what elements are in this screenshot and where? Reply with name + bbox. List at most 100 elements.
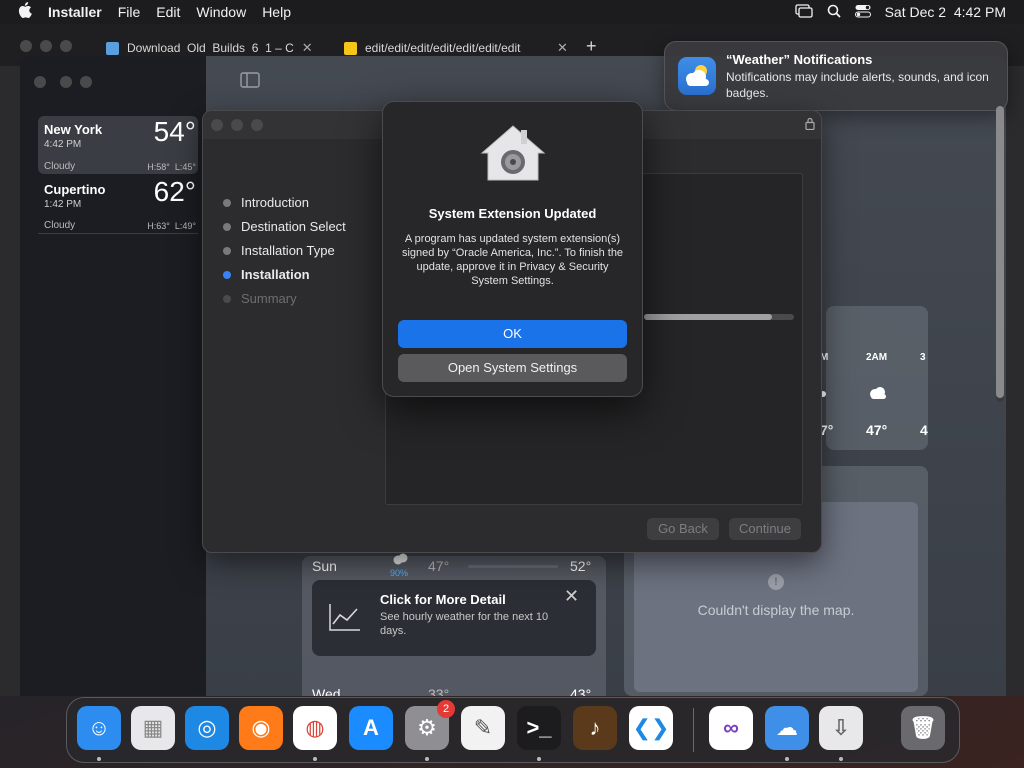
map-error-text: Couldn't display the map. (697, 602, 855, 618)
running-indicator (425, 757, 429, 761)
city-condition: Cloudy (44, 161, 76, 172)
running-indicator (313, 757, 317, 761)
alert-title: System Extension Updated (428, 206, 597, 221)
sidebar-toggle-icon[interactable] (240, 72, 260, 93)
hour-label: 2AM (866, 352, 888, 363)
tab-close-icon[interactable]: ✕ (557, 40, 568, 56)
tip-message: See hourly weather for the next 10 days. (380, 611, 549, 637)
step-dot (223, 222, 231, 231)
hour-temp: 47° (866, 422, 888, 438)
day-low: 47° (428, 558, 450, 574)
day-high: 52° (570, 558, 592, 574)
step-label: Introduction (241, 195, 309, 210)
finder-icon[interactable]: ☺ (77, 706, 121, 750)
rain-cloud-icon (392, 552, 410, 568)
notification-badge: 2 (437, 700, 455, 718)
tab-label: edit/edit/edit/edit/edit/edit/edit (365, 41, 521, 55)
menu-window[interactable]: Window (188, 4, 254, 20)
control-center-icon[interactable] (854, 4, 871, 21)
screen-mirroring-icon[interactable] (794, 3, 813, 21)
system-extension-alert: System Extension Updated A program has u… (382, 101, 643, 397)
running-indicator (785, 757, 789, 761)
spotlight-search-icon[interactable] (827, 4, 841, 21)
step-dot (223, 270, 231, 279)
trash-icon[interactable]: 🗑 (901, 706, 945, 750)
weather-icon[interactable]: ☁ (765, 706, 809, 750)
appstore-icon[interactable]: A (349, 706, 393, 750)
daily-row: Wed 33° 43° (312, 682, 596, 696)
notification-message: Notifications may include alerts, sounds… (726, 70, 989, 100)
garageband-icon[interactable]: ♪ (573, 706, 617, 750)
installer-minimize-button[interactable] (231, 119, 243, 131)
ok-button[interactable]: OK (398, 320, 627, 348)
browser-close-button[interactable] (20, 40, 32, 52)
weather-notification[interactable]: “Weather” Notifications Notifications ma… (664, 41, 1008, 111)
browser-minimize-button[interactable] (40, 40, 52, 52)
cloud-icon (868, 386, 888, 405)
more-detail-tip[interactable]: Click for More Detail See hourly weather… (312, 580, 596, 656)
day-label: Wed (312, 686, 341, 696)
weather-sidebar: New York 4:42 PM 54° Cloudy H:58° L:45° … (20, 56, 206, 696)
chart-line-icon (328, 602, 362, 637)
vscode-icon[interactable]: ❮❯ (629, 706, 673, 750)
installer-close-button[interactable] (211, 119, 223, 131)
open-system-settings-button[interactable]: Open System Settings (398, 354, 627, 382)
menu-help[interactable]: Help (254, 4, 299, 20)
firefox-icon[interactable]: ◉ (239, 706, 283, 750)
launchpad-icon[interactable]: ▦ (131, 706, 175, 750)
running-indicator (97, 757, 101, 761)
hour-label: 3 (920, 352, 926, 363)
step-label: Installation (241, 267, 310, 282)
settings-icon[interactable]: ⚙ 2 (405, 700, 455, 750)
terminal-icon[interactable]: >_ (517, 706, 561, 750)
step-dot (223, 246, 231, 255)
temp-range-bar (468, 565, 558, 568)
safari-icon[interactable]: ◎ (185, 706, 229, 750)
step-label: Installation Type (241, 243, 335, 258)
continue-button[interactable]: Continue (729, 518, 801, 540)
city-item-new-york[interactable]: New York 4:42 PM 54° Cloudy H:58° L:45° (38, 116, 198, 174)
hour-temp: 4 (920, 422, 928, 438)
menu-bar: Installer File Edit Window Help Sat Dec … (0, 0, 1024, 24)
running-indicator (537, 757, 541, 761)
chrome-icon[interactable]: ◍ (293, 706, 337, 750)
notification-title: “Weather” Notifications (726, 52, 873, 67)
city-temp: 62° (153, 176, 196, 207)
install-progress-fill (644, 314, 772, 320)
tab-label: Download Old Builds 6 1 – C (127, 41, 294, 55)
textedit-icon[interactable]: ✎ (461, 706, 505, 750)
menu-edit[interactable]: Edit (148, 4, 188, 20)
precip-chance: 90% (390, 568, 409, 578)
city-hilo: H:63° L:49° (147, 221, 196, 231)
site-favicon-icon (106, 41, 119, 55)
menu-clock[interactable]: Sat Dec 2 4:42 PM (885, 4, 1006, 20)
lock-icon (805, 117, 815, 135)
menu-file[interactable]: File (110, 4, 149, 20)
dock: ☺ ▦ ◎ ◉ ◍ A ⚙ 2 ✎ >_ ♪ ❮❯ ∞ ☁ ⇩ 🗑 (66, 697, 960, 763)
browser-zoom-button[interactable] (60, 40, 72, 52)
installer-icon[interactable]: ⇩ (819, 706, 863, 750)
step-label: Summary (241, 291, 297, 306)
installer-zoom-button[interactable] (251, 119, 263, 131)
city-item-cupertino[interactable]: Cupertino 1:42 PM 62° Cloudy H:63° L:49° (38, 176, 198, 234)
go-back-button[interactable]: Go Back (647, 518, 719, 540)
step-summary: Summary (223, 291, 297, 306)
step-label: Destination Select (241, 219, 346, 234)
close-icon[interactable]: ✕ (564, 586, 579, 607)
apple-menu-icon[interactable] (0, 1, 40, 23)
tab-close-icon[interactable]: ✕ (302, 40, 313, 56)
menu-app-name[interactable]: Installer (40, 4, 110, 20)
scrollbar[interactable] (996, 106, 1004, 402)
daily-row: Sun 90% 47° 52° (312, 552, 596, 578)
scrollbar-thumb[interactable] (996, 106, 1004, 398)
city-condition: Cloudy (44, 220, 76, 231)
dock-separator (693, 708, 694, 752)
new-tab-button[interactable]: + (586, 36, 597, 57)
visualstudio-icon[interactable]: ∞ (709, 706, 753, 750)
weather-zoom-button[interactable] (80, 76, 92, 88)
weather-minimize-button[interactable] (60, 76, 72, 88)
step-dot (223, 294, 231, 303)
site-favicon-icon (344, 41, 357, 55)
alert-message: A program has updated system extension(s… (401, 233, 624, 287)
weather-close-button[interactable] (34, 76, 46, 88)
